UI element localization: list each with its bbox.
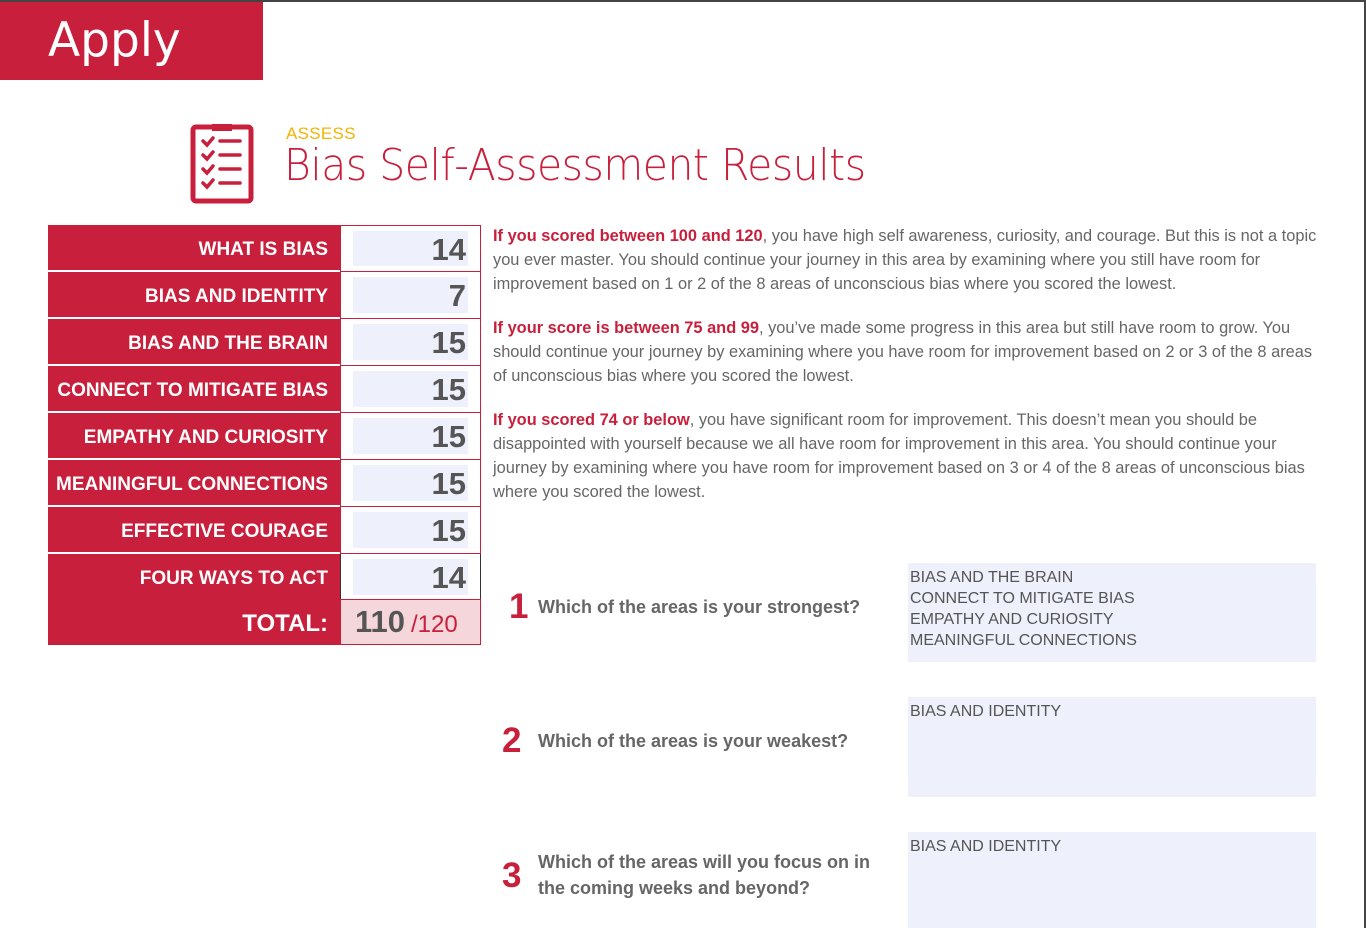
score-input[interactable]: 15 bbox=[353, 512, 468, 548]
answer-field-strongest[interactable]: BIAS AND THE BRAIN CONNECT TO MITIGATE B… bbox=[908, 563, 1316, 662]
apply-section-tab: Apply bbox=[0, 2, 263, 80]
page-title: Bias Self-Assessment Results bbox=[284, 140, 866, 191]
guidance-paragraph: If you scored between 100 and 120, you h… bbox=[493, 224, 1328, 296]
score-category-label: BIAS AND THE BRAIN bbox=[48, 319, 340, 364]
answer-field-focus[interactable]: BIAS AND IDENTITY bbox=[908, 832, 1316, 928]
question-text: Which of the areas is your weakest? bbox=[538, 731, 849, 751]
question-number: 2 bbox=[502, 721, 522, 760]
score-input[interactable]: 14 bbox=[353, 559, 468, 595]
answer-line: BIAS AND THE BRAIN bbox=[910, 569, 1074, 586]
total-value: 110 bbox=[355, 604, 406, 639]
total-label: TOTAL: bbox=[48, 599, 340, 645]
question-text: Which of the areas is your strongest? bbox=[538, 597, 861, 617]
score-cell: 15 bbox=[340, 507, 481, 554]
score-cell: 15 bbox=[340, 366, 481, 413]
score-row: FOUR WAYS TO ACT 14 bbox=[48, 554, 481, 601]
question-number: 1 bbox=[509, 587, 529, 626]
score-category-label: FOUR WAYS TO ACT bbox=[48, 554, 340, 599]
score-category-label: MEANINGFUL CONNECTIONS bbox=[48, 460, 340, 505]
guidance-lead: If you scored between 100 and 120 bbox=[493, 227, 763, 245]
guidance-paragraph: If your score is between 75 and 99, you’… bbox=[493, 316, 1328, 388]
score-input[interactable]: 15 bbox=[353, 465, 468, 501]
answer-line: CONNECT TO MITIGATE BIAS bbox=[910, 590, 1135, 607]
score-cell: 7 bbox=[340, 272, 481, 319]
total-row: TOTAL: 110/120 bbox=[48, 599, 481, 645]
answer-line: MEANINGFUL CONNECTIONS bbox=[910, 632, 1137, 649]
answer-field-weakest[interactable]: BIAS AND IDENTITY bbox=[908, 697, 1316, 797]
question-number: 3 bbox=[502, 856, 522, 895]
score-input[interactable]: 15 bbox=[353, 324, 468, 360]
score-row: EFFECTIVE COURAGE 15 bbox=[48, 507, 481, 554]
score-category-label: WHAT IS BIAS bbox=[48, 225, 340, 270]
score-row: WHAT IS BIAS 14 bbox=[48, 225, 481, 272]
score-category-label: EFFECTIVE COURAGE bbox=[48, 507, 340, 552]
total-max: /120 bbox=[411, 611, 458, 638]
guidance-lead: If you scored 74 or below bbox=[493, 411, 690, 429]
score-category-label: EMPATHY AND CURIOSITY bbox=[48, 413, 340, 458]
score-row: BIAS AND IDENTITY 7 bbox=[48, 272, 481, 319]
question-text: Which of the areas will you focus on in … bbox=[538, 852, 871, 898]
score-cell: 15 bbox=[340, 413, 481, 460]
score-input[interactable]: 15 bbox=[353, 418, 468, 454]
score-cell: 15 bbox=[340, 460, 481, 507]
score-row: MEANINGFUL CONNECTIONS 15 bbox=[48, 460, 481, 507]
score-category-label: CONNECT TO MITIGATE BIAS bbox=[48, 366, 340, 411]
guidance-lead: If your score is between 75 and 99 bbox=[493, 319, 759, 337]
answer-line: BIAS AND IDENTITY bbox=[910, 703, 1062, 720]
score-cell: 14 bbox=[340, 554, 481, 601]
answer-line: EMPATHY AND CURIOSITY bbox=[910, 611, 1114, 628]
score-cell: 14 bbox=[340, 225, 481, 272]
checklist-clipboard-icon bbox=[190, 124, 254, 204]
score-row: BIAS AND THE BRAIN 15 bbox=[48, 319, 481, 366]
guidance-paragraph: If you scored 74 or below, you have sign… bbox=[493, 408, 1328, 504]
score-cell: 15 bbox=[340, 319, 481, 366]
score-input[interactable]: 14 bbox=[353, 231, 468, 267]
score-category-label: BIAS AND IDENTITY bbox=[48, 272, 340, 317]
score-table: WHAT IS BIAS 14 BIAS AND IDENTITY 7 BIAS… bbox=[48, 225, 481, 601]
score-row: CONNECT TO MITIGATE BIAS 15 bbox=[48, 366, 481, 413]
total-score-field[interactable]: 110/120 bbox=[340, 599, 481, 645]
answer-line: BIAS AND IDENTITY bbox=[910, 838, 1062, 855]
score-input[interactable]: 7 bbox=[353, 277, 468, 313]
score-input[interactable]: 15 bbox=[353, 371, 468, 407]
score-row: EMPATHY AND CURIOSITY 15 bbox=[48, 413, 481, 460]
